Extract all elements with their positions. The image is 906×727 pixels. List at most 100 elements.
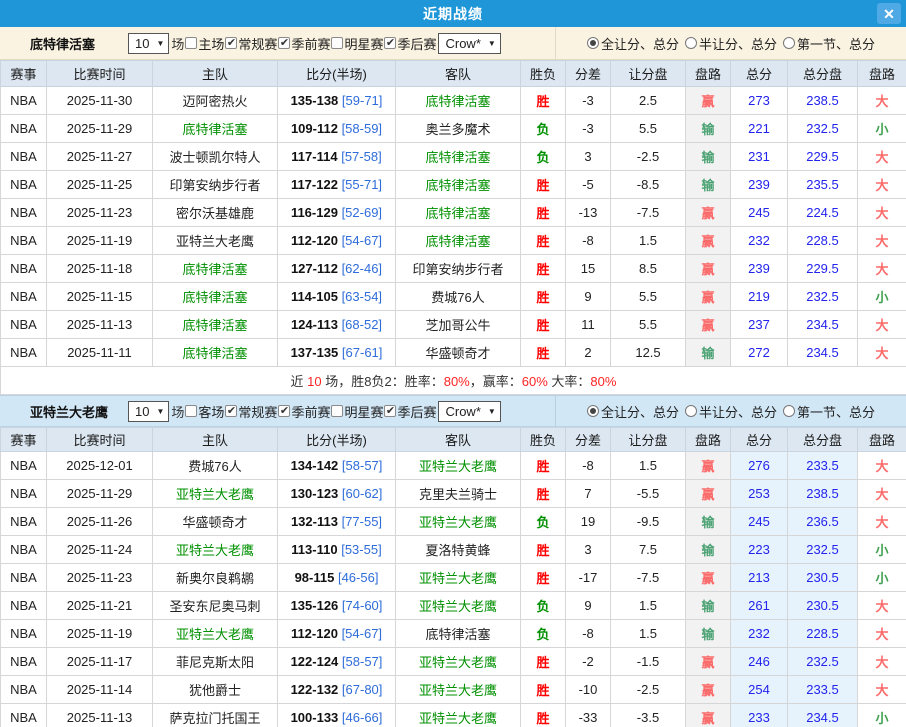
- point-diff-cell: 9: [566, 283, 611, 311]
- total-points-cell: 245: [731, 199, 788, 227]
- over-under-cell: 大: [858, 648, 906, 676]
- point-diff-cell: -10: [566, 676, 611, 704]
- win-loss-label: 胜: [536, 178, 549, 193]
- games-count-select[interactable]: 10 ▼: [128, 401, 169, 422]
- win-loss-cell: 负: [521, 592, 566, 620]
- filter-checkbox[interactable]: 常规赛: [224, 34, 277, 53]
- games-count-select[interactable]: 10 ▼: [128, 33, 169, 54]
- odds-view-radio-group: 全让分、总分半让分、总分第一节、总分: [555, 396, 906, 426]
- filter-checkbox[interactable]: 主场: [184, 34, 224, 53]
- filter-checkbox[interactable]: 季后赛: [383, 34, 436, 53]
- results-table: 赛事比赛时间主队比分(半场)客队胜负分差让分盘盘路总分总分盘盘路 NBA2025…: [0, 427, 906, 727]
- half-score: [63-54]: [342, 289, 382, 304]
- table-row: NBA2025-11-19亚特兰大老鹰112-120 [54-67]底特律活塞负…: [1, 620, 906, 648]
- team-label: 菲尼克斯太阳: [176, 655, 254, 670]
- table-row: NBA2025-11-13萨克拉门托国王100-133 [46-66]亚特兰大老…: [1, 704, 906, 727]
- date-cell: 2025-11-26: [47, 508, 153, 536]
- score-cell: 124-113 [68-52]: [278, 311, 396, 339]
- close-button[interactable]: ✕: [877, 3, 901, 24]
- handicap-result-label: 赢: [701, 711, 714, 726]
- team-label: 印第安纳步行者: [412, 262, 503, 277]
- away-team-cell: 亚特兰大老鹰: [396, 704, 521, 727]
- over-under-cell: 大: [858, 339, 906, 367]
- filter-radio[interactable]: 半让分、总分: [685, 34, 777, 53]
- handicap-cell: -5.5: [611, 480, 686, 508]
- total-points-cell: 254: [731, 676, 788, 704]
- point-diff-cell: 3: [566, 143, 611, 171]
- handicap-cell: 5.5: [611, 115, 686, 143]
- filter-radio[interactable]: 半让分、总分: [685, 402, 777, 421]
- half-score: [54-67]: [342, 626, 382, 641]
- team-label: 迈阿密热火: [182, 94, 247, 109]
- league-cell: NBA: [1, 452, 47, 480]
- modal-titlebar: 近期战绩 ✕: [0, 0, 906, 27]
- total-line-cell: 238.5: [788, 87, 858, 115]
- column-header: 总分: [731, 428, 788, 452]
- radio-button-icon: [783, 37, 795, 49]
- filter-checkbox[interactable]: 季后赛: [383, 402, 436, 421]
- filter-checkbox[interactable]: 季前赛: [277, 34, 330, 53]
- handicap-result-label: 赢: [701, 262, 714, 277]
- bookmaker-select[interactable]: Crow* ▼: [438, 33, 500, 54]
- filter-checkboxes: 客场常规赛季前赛明星赛季后赛: [184, 402, 436, 421]
- team-section: 底特律活塞 10 ▼ 场 主场常规赛季前赛明星赛季后赛 Crow* ▼ 全让分、…: [0, 27, 906, 395]
- total-line-cell: 235.5: [788, 171, 858, 199]
- away-team-cell: 底特律活塞: [396, 227, 521, 255]
- score-cell: 112-120 [54-67]: [278, 227, 396, 255]
- column-header: 主队: [153, 61, 278, 87]
- bookmaker-select[interactable]: Crow* ▼: [438, 401, 500, 422]
- full-score: 127-112: [291, 261, 338, 276]
- league-cell: NBA: [1, 564, 47, 592]
- half-score: [58-57]: [342, 654, 382, 669]
- filter-checkbox[interactable]: 常规赛: [224, 402, 277, 421]
- league-cell: NBA: [1, 676, 47, 704]
- column-header: 客队: [396, 428, 521, 452]
- handicap-result-label: 赢: [701, 206, 714, 221]
- over-under-cell: 大: [858, 620, 906, 648]
- column-header: 胜负: [521, 61, 566, 87]
- handicap-result-label: 赢: [701, 459, 714, 474]
- radio-label: 第一节、总分: [797, 34, 875, 53]
- filter-radio[interactable]: 第一节、总分: [783, 34, 875, 53]
- team-label: 圣安东尼奥马刺: [169, 599, 260, 614]
- checkbox-label: 明星赛: [344, 402, 383, 421]
- score-cell: 112-120 [54-67]: [278, 620, 396, 648]
- win-loss-cell: 胜: [521, 704, 566, 727]
- filter-checkbox[interactable]: 明星赛: [330, 402, 383, 421]
- column-header: 分差: [566, 428, 611, 452]
- over-under-cell: 小: [858, 536, 906, 564]
- table-row: NBA2025-11-13底特律活塞124-113 [68-52]芝加哥公牛胜1…: [1, 311, 906, 339]
- over-under-label: 大: [875, 655, 888, 670]
- win-loss-cell: 胜: [521, 311, 566, 339]
- over-under-cell: 大: [858, 508, 906, 536]
- win-loss-cell: 胜: [521, 199, 566, 227]
- team-section: 亚特兰大老鹰 10 ▼ 场 客场常规赛季前赛明星赛季后赛 Crow* ▼ 全让分…: [0, 395, 906, 727]
- point-diff-cell: 2: [566, 339, 611, 367]
- column-header: 胜负: [521, 428, 566, 452]
- handicap-cell: 1.5: [611, 620, 686, 648]
- home-team-cell: 亚特兰大老鹰: [153, 536, 278, 564]
- full-score: 124-113: [291, 317, 338, 332]
- league-cell: NBA: [1, 143, 47, 171]
- filter-checkbox[interactable]: 明星赛: [330, 34, 383, 53]
- league-cell: NBA: [1, 704, 47, 727]
- win-loss-cell: 胜: [521, 339, 566, 367]
- filter-radio[interactable]: 全让分、总分: [587, 34, 679, 53]
- point-diff-cell: -5: [566, 171, 611, 199]
- total-line-cell: 232.5: [788, 536, 858, 564]
- filter-radio[interactable]: 全让分、总分: [587, 402, 679, 421]
- filter-checkbox[interactable]: 客场: [184, 402, 224, 421]
- total-points-cell: 223: [731, 536, 788, 564]
- odds-view-radio-group: 全让分、总分半让分、总分 第一节、总分: [555, 27, 906, 59]
- over-under-label: 大: [875, 94, 888, 109]
- full-score: 122-124: [291, 654, 339, 669]
- filter-radio[interactable]: 第一节、总分: [783, 402, 875, 421]
- total-points-cell: 231: [731, 143, 788, 171]
- score-cell: 135-138 [59-71]: [278, 87, 396, 115]
- handicap-cell: 1.5: [611, 452, 686, 480]
- filter-checkbox[interactable]: 季前赛: [277, 402, 330, 421]
- bookmaker-value: Crow*: [445, 36, 480, 51]
- summary-cell: 近 10 场，胜8负2：胜率：80%，赢率：60% 大率：80%: [1, 367, 906, 395]
- table-body: NBA2025-11-30迈阿密热火135-138 [59-71]底特律活塞胜-…: [1, 87, 906, 395]
- over-under-label: 小: [875, 122, 888, 137]
